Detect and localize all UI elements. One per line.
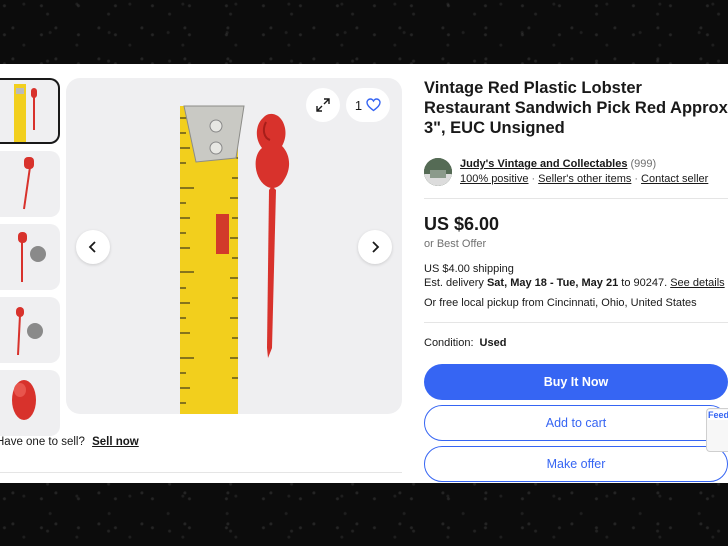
seller-feedback-count: (999) bbox=[630, 158, 657, 170]
sell-prompt: Have one to sell? Sell now bbox=[0, 436, 139, 448]
watch-count: 1 bbox=[354, 97, 363, 113]
feedback-tab[interactable]: Feed bbox=[706, 408, 728, 452]
listing-info: Vintage Red Plastic Lobster Restaurant S… bbox=[424, 78, 728, 482]
ebay-listing-page: 1 Have one to sell? Sell now Vintage Red… bbox=[0, 64, 728, 483]
thumbnail-2[interactable] bbox=[0, 151, 60, 217]
previous-image-button[interactable] bbox=[76, 230, 110, 264]
thumbnail-image bbox=[18, 232, 46, 282]
condition-value: Used bbox=[479, 337, 507, 349]
seller-links: 100% positive · Seller's other items · Conta… bbox=[460, 173, 708, 185]
thumbnail-image bbox=[12, 380, 36, 420]
watchlist-button[interactable]: 1 bbox=[346, 88, 390, 122]
buy-it-now-button[interactable]: Buy It Now bbox=[424, 364, 728, 400]
seller-avatar[interactable] bbox=[424, 158, 452, 186]
shipping-cost: US $4.00 shipping bbox=[424, 263, 514, 275]
seller-name-link[interactable]: Judy's Vintage and Collectables bbox=[460, 158, 627, 170]
delivery-zip: to 90247. bbox=[618, 277, 671, 289]
seller-name-row: Judy's Vintage and Collectables (999) bbox=[460, 158, 656, 170]
chevron-left-icon bbox=[88, 241, 96, 253]
thumbnail-image bbox=[14, 84, 37, 142]
next-image-button[interactable] bbox=[358, 230, 392, 264]
thumbnail-3[interactable] bbox=[0, 224, 60, 290]
heart-icon bbox=[366, 98, 381, 112]
expand-icon bbox=[316, 98, 330, 112]
local-pickup: Or free local pickup from Cincinnati, Oh… bbox=[424, 297, 697, 309]
shipping-info: US $4.00 shipping Est. delivery Sat, May… bbox=[424, 262, 725, 290]
main-product-image bbox=[180, 105, 290, 414]
contact-seller-link[interactable]: Contact seller bbox=[641, 173, 708, 185]
see-details-link[interactable]: See details bbox=[670, 277, 724, 289]
price: US $6.00 bbox=[424, 214, 500, 234]
delivery-prefix: Est. delivery bbox=[424, 277, 487, 289]
divider bbox=[424, 322, 728, 323]
delivery-estimate: Est. delivery Sat, May 18 - Tue, May 21 … bbox=[424, 276, 725, 290]
separator: · bbox=[531, 173, 536, 185]
avatar-image bbox=[424, 158, 452, 186]
main-image-gallery[interactable]: 1 bbox=[66, 78, 402, 414]
thumbnail-image bbox=[23, 157, 34, 210]
best-offer-text: or Best Offer bbox=[424, 238, 487, 250]
divider bbox=[424, 198, 728, 199]
add-to-cart-button[interactable]: Add to cart bbox=[424, 405, 728, 441]
divider bbox=[0, 472, 402, 473]
condition-label: Condition: bbox=[424, 337, 474, 349]
thumbnail-5[interactable] bbox=[0, 370, 60, 436]
seller-positive-link[interactable]: 100% positive bbox=[460, 173, 529, 185]
separator: · bbox=[634, 173, 639, 185]
thumbnail-1[interactable] bbox=[0, 78, 60, 144]
feedback-tab-label: Feed bbox=[708, 410, 728, 420]
thumbnail-4[interactable] bbox=[0, 297, 60, 363]
sell-now-link[interactable]: Sell now bbox=[92, 436, 139, 448]
delivery-dates: Sat, May 18 - Tue, May 21 bbox=[486, 277, 619, 289]
thumbnail-image bbox=[16, 307, 43, 356]
seller-other-items-link[interactable]: Seller's other items bbox=[538, 173, 631, 185]
expand-image-button[interactable] bbox=[306, 88, 340, 122]
chevron-right-icon bbox=[372, 241, 380, 253]
sell-prompt-text: Have one to sell? bbox=[0, 436, 85, 448]
make-offer-button[interactable]: Make offer bbox=[424, 446, 728, 482]
listing-title: Vintage Red Plastic Lobster Restaurant S… bbox=[424, 79, 728, 137]
condition-row: Condition: Used bbox=[424, 337, 506, 349]
